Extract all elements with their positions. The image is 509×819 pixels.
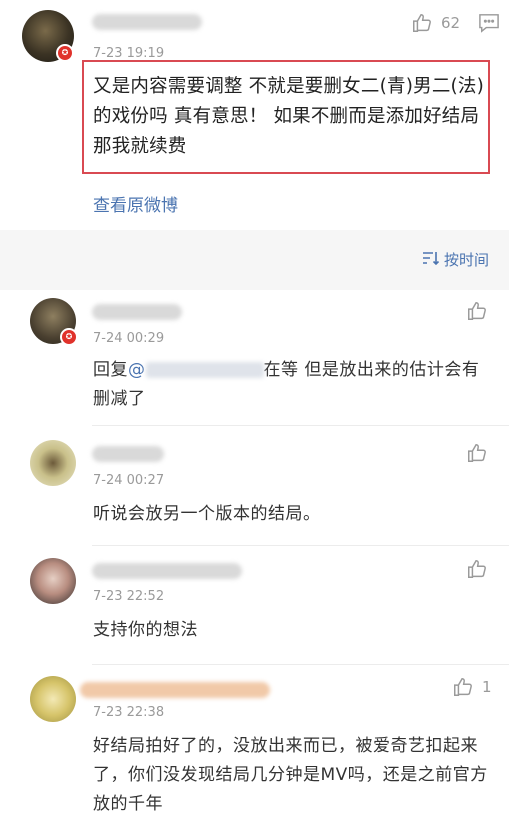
reply-text: 支持你的想法 <box>93 620 198 640</box>
reply-text: 好结局拍好了的，没放出来而已，被爱奇艺扣起来了，你们没发现结局几分钟是MV吗，还… <box>93 736 488 814</box>
avatar[interactable] <box>30 558 76 604</box>
row-divider <box>92 664 509 665</box>
like-button[interactable]: 1 <box>452 676 492 698</box>
thumbs-up-icon <box>411 12 433 34</box>
reply-prefix: 回复 <box>93 360 128 380</box>
comment-icon[interactable] <box>478 13 500 37</box>
username-blurred[interactable] <box>92 304 182 320</box>
sort-label: 按时间 <box>443 251 489 269</box>
reply-timestamp: 7-23 22:52 <box>93 589 165 604</box>
thumbs-up-icon[interactable] <box>466 300 488 326</box>
username-blurred[interactable] <box>80 682 270 698</box>
reply-text: 听说会放另一个版本的结局。 <box>93 504 321 524</box>
like-count: 62 <box>441 14 461 32</box>
thumbs-up-icon[interactable] <box>466 442 488 468</box>
row-divider <box>92 545 509 546</box>
reply-timestamp: 7-24 00:29 <box>93 331 165 346</box>
comment-timestamp: 7-23 19:19 <box>93 46 165 61</box>
verified-badge-icon: ✪ <box>56 44 74 62</box>
reply-timestamp: 7-24 00:27 <box>93 473 165 488</box>
avatar[interactable] <box>30 676 76 722</box>
sort-icon <box>422 250 440 270</box>
thumbs-up-icon <box>452 676 474 698</box>
comment-text: 又是内容需要调整 不就是要删女二(青)男二(法)的戏份吗 真有意思！ 如果不删而… <box>93 76 485 157</box>
username-blurred[interactable] <box>92 563 242 579</box>
username-blurred[interactable] <box>92 446 164 462</box>
mention-link[interactable]: @ <box>128 360 264 380</box>
view-original-link[interactable]: 查看原微博 <box>93 191 178 216</box>
reply-text: 回复@ 在等 但是放出来的估计会有删减了 <box>93 356 488 414</box>
main-comment: ✪ 7-23 19:19 62 又是内容需要调整 不就是要删女二(青)男二(法)… <box>0 0 509 230</box>
reply-timestamp: 7-23 22:38 <box>93 705 165 720</box>
sort-toggle[interactable]: 按时间 <box>422 249 489 270</box>
row-divider <box>92 425 509 426</box>
username-blurred[interactable] <box>92 14 202 30</box>
verified-badge-icon: ✪ <box>60 328 78 346</box>
mention-at: @ <box>128 360 146 380</box>
like-count: 1 <box>482 678 492 696</box>
thumbs-up-icon[interactable] <box>466 558 488 584</box>
mention-name-blurred <box>145 362 264 378</box>
like-button[interactable]: 62 <box>411 12 460 34</box>
avatar[interactable] <box>30 440 76 486</box>
